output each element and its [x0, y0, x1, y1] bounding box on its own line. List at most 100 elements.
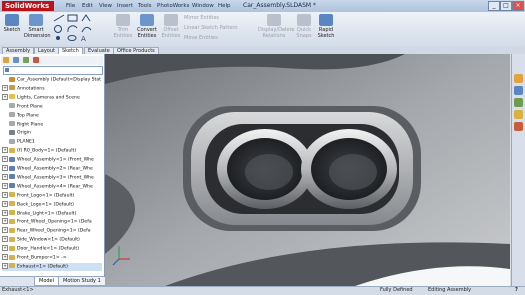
menu-help[interactable]: Help — [218, 1, 231, 11]
trim-entities-button[interactable]: Trim Entities — [112, 13, 134, 43]
tree-item[interactable]: Origin — [2, 129, 102, 137]
tree-item[interactable]: + Front_Bumper<1> -> — [2, 254, 102, 262]
expand-icon[interactable]: + — [2, 262, 8, 269]
feature-filter-input[interactable] — [3, 66, 103, 75]
expand-icon[interactable]: + — [2, 254, 8, 260]
expand-icon[interactable]: + — [2, 156, 8, 163]
tree-item[interactable]: + Wheel_Assembly<2> (Rear_Whe — [2, 165, 102, 173]
move-entities-button[interactable]: Move Entities — [184, 34, 218, 42]
menu-edit[interactable]: Edit — [82, 1, 93, 11]
sketch-icon — [5, 14, 19, 26]
tree-item[interactable]: + Rear_Wheel_Opening<1> (Defa — [2, 227, 102, 235]
solidworks-logo[interactable]: SolidWorks — [2, 1, 54, 11]
resources-icon[interactable] — [514, 74, 523, 83]
tree-item[interactable]: + Annotations — [2, 84, 102, 93]
tree-item[interactable]: + Lights, Cameras and Scene — [2, 93, 102, 102]
expand-icon[interactable]: + — [2, 84, 8, 91]
tree-item-label: Door_Handle<1> (Default) — [17, 246, 79, 252]
feature-manager-icon[interactable] — [3, 57, 9, 63]
configuration-manager-icon[interactable] — [23, 57, 29, 63]
expand-icon[interactable]: + — [2, 147, 8, 154]
tree-item-icon — [9, 183, 15, 189]
tree-item[interactable]: + Brake_Light<1> (Default) — [2, 209, 102, 218]
tree-item-label: PLANE1 — [17, 139, 35, 145]
menu-photoworks[interactable]: PhotoWorks — [157, 1, 189, 11]
tree-item[interactable]: + (f) R0_Body<1> (Default) — [2, 147, 102, 155]
polyline-tool-icon — [81, 14, 91, 22]
design-library-icon[interactable] — [514, 86, 523, 95]
tree-item-label: Front_Wheel_Opening<1> (Defa — [17, 219, 92, 225]
sketch-button[interactable]: Sketch — [2, 13, 22, 43]
close-button[interactable]: × — [512, 1, 524, 11]
tree-item[interactable]: + Exhaust<1> (Default) — [2, 262, 102, 271]
expand-icon[interactable]: + — [2, 245, 8, 252]
view-palette-icon[interactable] — [514, 110, 523, 119]
tree-item[interactable]: + Back_Logo<1> (Default) — [2, 200, 102, 209]
tree-item[interactable]: + Wheel_Assembly<3> (Front_Whe — [2, 173, 102, 182]
tree-item[interactable]: Front Plane — [2, 103, 102, 111]
minimize-button[interactable]: _ — [488, 1, 500, 11]
convert-entities-button[interactable]: Convert Entities — [136, 13, 158, 43]
appearances-icon[interactable] — [514, 122, 523, 131]
menu-tools[interactable]: Tools — [138, 1, 152, 11]
tree-item-icon — [9, 76, 15, 82]
expand-icon[interactable]: + — [2, 93, 8, 100]
tree-item[interactable]: + Front_Logo<1> (Default) — [2, 191, 102, 200]
rapid-sketch-button[interactable]: Rapid Sketch — [316, 13, 336, 43]
tree-item[interactable]: + Wheel_Assembly<4> (Rear_Whe — [2, 182, 102, 191]
linear-sketch-pattern-button[interactable]: Linear Sketch Pattern — [184, 24, 238, 32]
tree-item[interactable]: PLANE1 — [2, 138, 102, 146]
tree-item-label: Car_Assembly (Default<Display Stat — [17, 77, 101, 83]
tree-item[interactable]: Top Plane — [2, 112, 102, 120]
menu-insert[interactable]: Insert — [117, 1, 133, 11]
help-icon[interactable]: ? — [515, 287, 518, 294]
expand-icon[interactable]: + — [2, 236, 8, 243]
mirror-entities-button[interactable]: Mirror Entities — [184, 14, 219, 22]
text-tool-icon: A — [81, 35, 86, 42]
expand-icon[interactable]: + — [2, 200, 8, 207]
display-delete-relations-button[interactable]: Display/Delete Relations — [258, 13, 295, 43]
tree-item-icon — [9, 94, 15, 100]
expand-icon[interactable]: + — [2, 182, 8, 189]
expand-icon[interactable]: + — [2, 227, 8, 234]
expand-icon[interactable]: + — [2, 165, 8, 171]
smart-dimension-button[interactable]: Smart Dimension — [24, 13, 51, 43]
display-manager-icon[interactable] — [33, 57, 39, 63]
expand-icon[interactable]: + — [2, 218, 8, 225]
expand-icon[interactable]: + — [2, 209, 8, 216]
tree-item[interactable]: + Wheel_Assembly<1> (Front_Whe — [2, 156, 102, 164]
tree-item-icon — [9, 201, 15, 207]
tree-item-label: Front Plane — [17, 104, 43, 110]
convert-entities-label: Convert Entities — [137, 27, 157, 39]
tree-item-icon — [9, 112, 15, 118]
tree-item-label: Rear_Wheel_Opening<1> (Defa — [17, 228, 91, 234]
smart-dimension-label: Smart Dimension — [24, 27, 51, 39]
tree-item[interactable]: + Front_Wheel_Opening<1> (Defa — [2, 218, 102, 226]
tree-item-icon — [9, 165, 15, 171]
tree-item[interactable]: + Door_Handle<1> (Default) — [2, 245, 102, 253]
expand-icon[interactable]: + — [2, 173, 8, 180]
sketch-label: Sketch — [3, 27, 21, 33]
tree-item-label: Back_Logo<1> (Default) — [17, 202, 74, 208]
tree-item[interactable]: Car_Assembly (Default<Display Stat — [2, 76, 102, 84]
tree-item[interactable]: + Side_Window<1> (Default) — [2, 236, 102, 244]
quick-snaps-button[interactable]: Quick Snaps — [294, 13, 314, 43]
panel-toolbar — [1, 56, 103, 65]
sketch-tools-grid[interactable]: A — [52, 14, 112, 42]
tab-motion-study[interactable]: Motion Study 1 — [58, 277, 106, 286]
menu-file[interactable]: File — [66, 1, 75, 11]
file-explorer-icon[interactable] — [514, 98, 523, 107]
circle-tool-icon — [54, 25, 62, 33]
menu-window[interactable]: Window — [192, 1, 214, 11]
tree-item-label: Exhaust<1> (Default) — [17, 264, 68, 270]
offset-entities-button[interactable]: Offset Entities — [160, 13, 182, 43]
expand-icon[interactable]: + — [2, 191, 8, 198]
tree-item-label: Wheel_Assembly<2> (Rear_Whe — [17, 166, 93, 172]
relations-icon — [267, 14, 281, 26]
property-manager-icon[interactable] — [13, 57, 19, 63]
tree-item[interactable]: Right Plane — [2, 121, 102, 129]
maximize-button[interactable]: □ — [500, 1, 512, 11]
menu-view[interactable]: View — [99, 1, 112, 11]
tab-model[interactable]: Model — [34, 277, 60, 286]
graphics-viewport[interactable] — [105, 54, 510, 286]
